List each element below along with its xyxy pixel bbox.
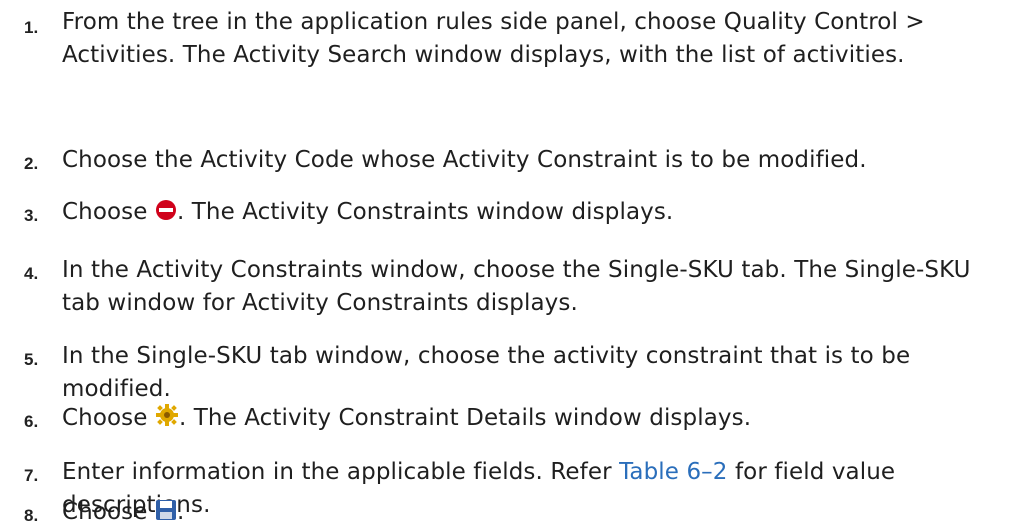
step-text: Choose the Activity Code whose Activity … xyxy=(62,147,867,173)
step-text-before: Choose xyxy=(62,499,148,525)
step-text-before: Choose xyxy=(62,199,148,225)
step-number: 3. xyxy=(24,206,39,225)
step-text: In the Activity Constraints window, choo… xyxy=(62,257,971,316)
step-number: 5. xyxy=(24,350,39,369)
remove-icon xyxy=(155,198,177,231)
step-text-before: Choose xyxy=(62,405,148,431)
step-number: 2. xyxy=(24,154,39,173)
step-number: 7. xyxy=(24,466,39,485)
save-icon xyxy=(155,498,177,531)
step-number: 1. xyxy=(24,18,39,37)
step-number: 6. xyxy=(24,412,39,431)
step-text-before: Enter information in the applicable fiel… xyxy=(62,459,612,485)
step-text-after: . xyxy=(176,499,185,525)
gear-icon xyxy=(155,403,179,437)
step-number: 8. xyxy=(24,506,39,525)
step-text: Choose . The Activity Constraint Details… xyxy=(62,402,1002,437)
step-text-after: . The Activity Constraints window displa… xyxy=(176,199,674,225)
step-text: In the Single-SKU tab window, choose the… xyxy=(62,343,911,402)
step-number: 4. xyxy=(24,264,39,283)
step-text: From the tree in the application rules s… xyxy=(62,9,925,68)
step-text-after: . The Activity Constraint Details window… xyxy=(178,405,752,431)
step-text: Choose . The Activity Constraints window… xyxy=(62,196,1002,231)
table-link[interactable]: Table 6–2 xyxy=(619,459,727,485)
